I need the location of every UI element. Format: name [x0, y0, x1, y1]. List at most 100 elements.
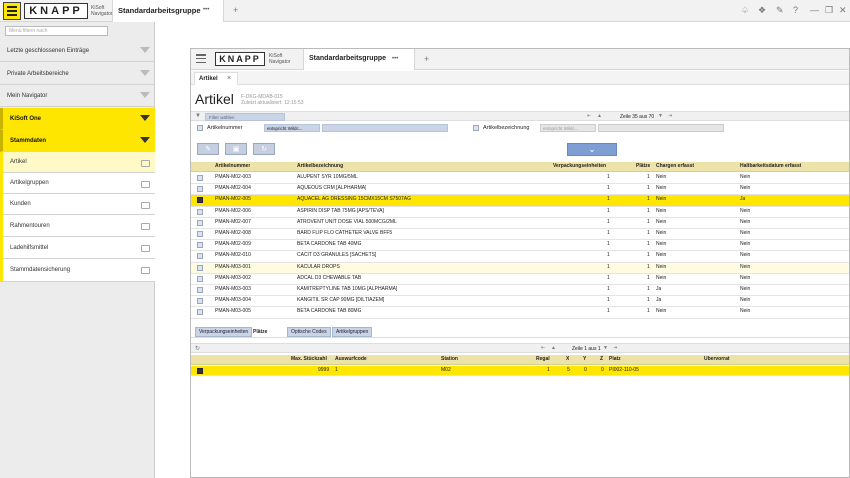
row-checkbox[interactable] — [197, 275, 203, 282]
col-verpackungseinheiten[interactable]: Verpackungseinheiten — [553, 163, 606, 169]
sidebar-item-navigator[interactable]: Mein Navigator — [0, 85, 155, 107]
col-y[interactable]: Y — [583, 356, 586, 362]
add-tab-icon[interactable]: + — [424, 54, 429, 64]
col-x[interactable]: X — [566, 356, 569, 362]
col-uebervorrat[interactable]: Übervorrat — [704, 356, 730, 362]
pager-first-icon[interactable]: ⇤ — [541, 345, 545, 351]
row-checkbox[interactable] — [197, 368, 203, 374]
col-artikelnummer[interactable]: Artikelnummer — [215, 163, 250, 169]
sidebar-item-artikelgruppen[interactable]: Artikelgruppen — [3, 173, 155, 194]
sidebar-item-kisoft-one[interactable]: KiSoft One — [0, 108, 155, 130]
brush-icon[interactable]: ✎ — [776, 5, 784, 15]
col-max-stueckzahl[interactable]: Max. Stückzahl — [291, 356, 327, 362]
col-haltbarkeit[interactable]: Haltbarkeitsdatum erfasst — [740, 163, 801, 169]
sidebar-item-ladehilfsmittel[interactable]: Ladehilfsmittel — [3, 237, 155, 259]
pager-first-icon[interactable]: ⇤ — [587, 113, 591, 119]
row-checkbox[interactable] — [197, 309, 203, 316]
close-icon[interactable]: × — [227, 75, 231, 82]
col-plaetze[interactable]: Plätze — [636, 163, 650, 169]
tab-standardarbeitsgruppe[interactable]: Standardarbeitsgruppe ••• — [303, 49, 415, 70]
tab-artikelgruppen[interactable]: Artikelgruppen — [332, 327, 373, 337]
tab-verpackungseinheiten[interactable]: Verpackungseinheiten — [195, 327, 253, 337]
tab-more-icon[interactable]: ••• — [203, 7, 209, 13]
row-checkbox[interactable] — [197, 186, 203, 193]
table-row[interactable]: PMAN-M02-006 ASPIRIN DISP TAB 75MG [APS/T… — [191, 207, 849, 218]
pager-last-icon[interactable]: ⇥ — [668, 113, 672, 119]
cell-x: 5 — [567, 367, 570, 373]
table-row[interactable]: PMAN-M02-004 AQUEOUS CRM [ALPHARMA] 1 1 Nein… — [191, 184, 849, 196]
menu-icon[interactable] — [196, 54, 206, 63]
table-row[interactable]: PMAN-M02-003 ALUPENT SYR 10MG/5ML 1 1 Nein Ne… — [191, 173, 849, 185]
tab-plaetze[interactable]: Plätze — [253, 329, 267, 335]
col-artikelbezeichnung[interactable]: Artikelbezeichnung — [297, 163, 343, 169]
filter2-value-input[interactable] — [598, 124, 724, 132]
filter2-operator-select[interactable]: entspricht Wildc... — [540, 124, 596, 132]
table-row[interactable]: PMAN-M02-008 BARD FLIP FLO CATHETER VALVE… — [191, 229, 849, 241]
table-row[interactable]: PMAN-M03-001 KACULAR DROPS 1 1 Nein Nein — [191, 262, 849, 274]
col-auswurfcode[interactable]: Auswurfcode — [335, 356, 367, 362]
cell-artikelnummer: PMAN-M03-005 — [215, 308, 251, 315]
help-icon[interactable]: ? — [793, 5, 798, 15]
table-row[interactable]: PMAN-M03-005 BETA CARDONE TAB 80MG 1 1 Nein N… — [191, 307, 849, 319]
filter1-checkbox[interactable] — [197, 125, 203, 131]
filter1-operator-select[interactable]: entspricht Wildc... — [264, 124, 320, 132]
col-regal[interactable]: Regal — [536, 356, 550, 362]
menu-search-input[interactable]: Menü filtern nach — [5, 26, 108, 36]
table-row[interactable]: PMAN-M02-010 CACIT D3 GRANULES [SACHETS] 1… — [191, 251, 849, 263]
table-row[interactable]: PMAN-M02-007 ATROVENT UNIT DOSE VIAL 500M… — [191, 218, 849, 229]
row-checkbox[interactable] — [197, 208, 203, 215]
table-row[interactable]: PMAN-M03-002 ADCAL D3 CHEWABLE TAB 1 1 Nein N… — [191, 274, 849, 285]
pager-next-icon[interactable]: ▼ — [603, 345, 608, 351]
pin-icon[interactable]: ❖ — [758, 5, 766, 15]
filter-icon[interactable]: ▼ — [195, 113, 201, 119]
add-tab-icon[interactable]: + — [233, 5, 238, 15]
edit-icon[interactable]: ✎ — [197, 143, 219, 155]
row-checkbox[interactable] — [197, 231, 203, 237]
row-checkbox[interactable] — [197, 264, 203, 271]
filter1-value-input[interactable] — [322, 124, 448, 132]
expand-filter-button[interactable]: ⌄ — [567, 143, 617, 156]
subtab-artikel[interactable]: Artikel × — [194, 72, 238, 85]
table-row[interactable]: PMAN-M03-004 KANGITIL SR CAP 90MG [DILTIA… — [191, 296, 849, 308]
tab-optische-codes[interactable]: Optische Codes — [287, 327, 331, 337]
sidebar-item-rahmentouren[interactable]: Rahmentouren — [3, 215, 155, 237]
restore-icon[interactable]: ❐ — [825, 5, 833, 15]
sidebar-item-stammdaten[interactable]: Stammdaten — [0, 130, 155, 152]
bell-icon[interactable]: ♤ — [741, 5, 749, 15]
detail-table-row[interactable]: 9999 1 M02 1 5 0 0 PI002-110-05 — [191, 366, 849, 376]
sidebar-item-recent[interactable]: Letzte geschlossenen Einträge — [0, 40, 155, 62]
col-chargen[interactable]: Chargen erfasst — [656, 163, 694, 169]
sidebar-item-artikel[interactable]: Artikel — [3, 152, 155, 173]
filter2-checkbox[interactable] — [473, 125, 479, 131]
tab-more-icon[interactable]: ••• — [392, 56, 398, 62]
sidebar-item-kunden[interactable]: Kunden — [3, 194, 155, 215]
sidebar-item-stammdatensicherung[interactable]: Stammdatensicherung — [3, 259, 155, 282]
row-checkbox[interactable] — [197, 253, 203, 260]
table-row[interactable]: PMAN-M02-005 AQUACEL AG DRESSING 15CMX15C… — [191, 195, 849, 207]
row-checkbox[interactable] — [197, 242, 203, 249]
minimize-icon[interactable]: — — [810, 5, 819, 15]
row-checkbox[interactable] — [197, 219, 203, 226]
col-platz[interactable]: Platz — [609, 356, 621, 362]
pager-prev-icon[interactable]: ▲ — [597, 113, 602, 119]
pager-last-icon[interactable]: ⇥ — [613, 345, 617, 351]
row-checkbox[interactable] — [197, 197, 203, 204]
row-checkbox[interactable] — [197, 175, 203, 181]
close-icon[interactable]: ✕ — [839, 5, 847, 15]
pager-prev-icon[interactable]: ▲ — [551, 345, 556, 351]
table-row[interactable]: PMAN-M02-009 BETA CARDONE TAB 40MG 1 1 Nein N… — [191, 240, 849, 252]
refresh-icon[interactable]: ↻ — [195, 345, 200, 352]
save-icon[interactable]: ▣ — [225, 143, 247, 155]
col-station[interactable]: Station — [441, 356, 458, 362]
sidebar-item-private[interactable]: Private Arbeitsbereiche — [0, 63, 155, 85]
refresh-icon[interactable]: ↻ — [253, 143, 275, 155]
tab-standardarbeitsgruppe[interactable]: Standardarbeitsgruppe ••• — [112, 0, 224, 22]
menu-icon[interactable] — [3, 2, 21, 20]
cell-station: M02 — [441, 367, 451, 373]
row-checkbox[interactable] — [197, 298, 203, 305]
table-row[interactable]: PMAN-M03-003 KAMITREPTYLINE TAB 10MG [ALP… — [191, 285, 849, 297]
pager-next-icon[interactable]: ▼ — [658, 113, 663, 119]
row-checkbox[interactable] — [197, 287, 203, 293]
col-z[interactable]: Z — [600, 356, 603, 362]
filter-select[interactable]: Filter wählen — [205, 113, 285, 121]
